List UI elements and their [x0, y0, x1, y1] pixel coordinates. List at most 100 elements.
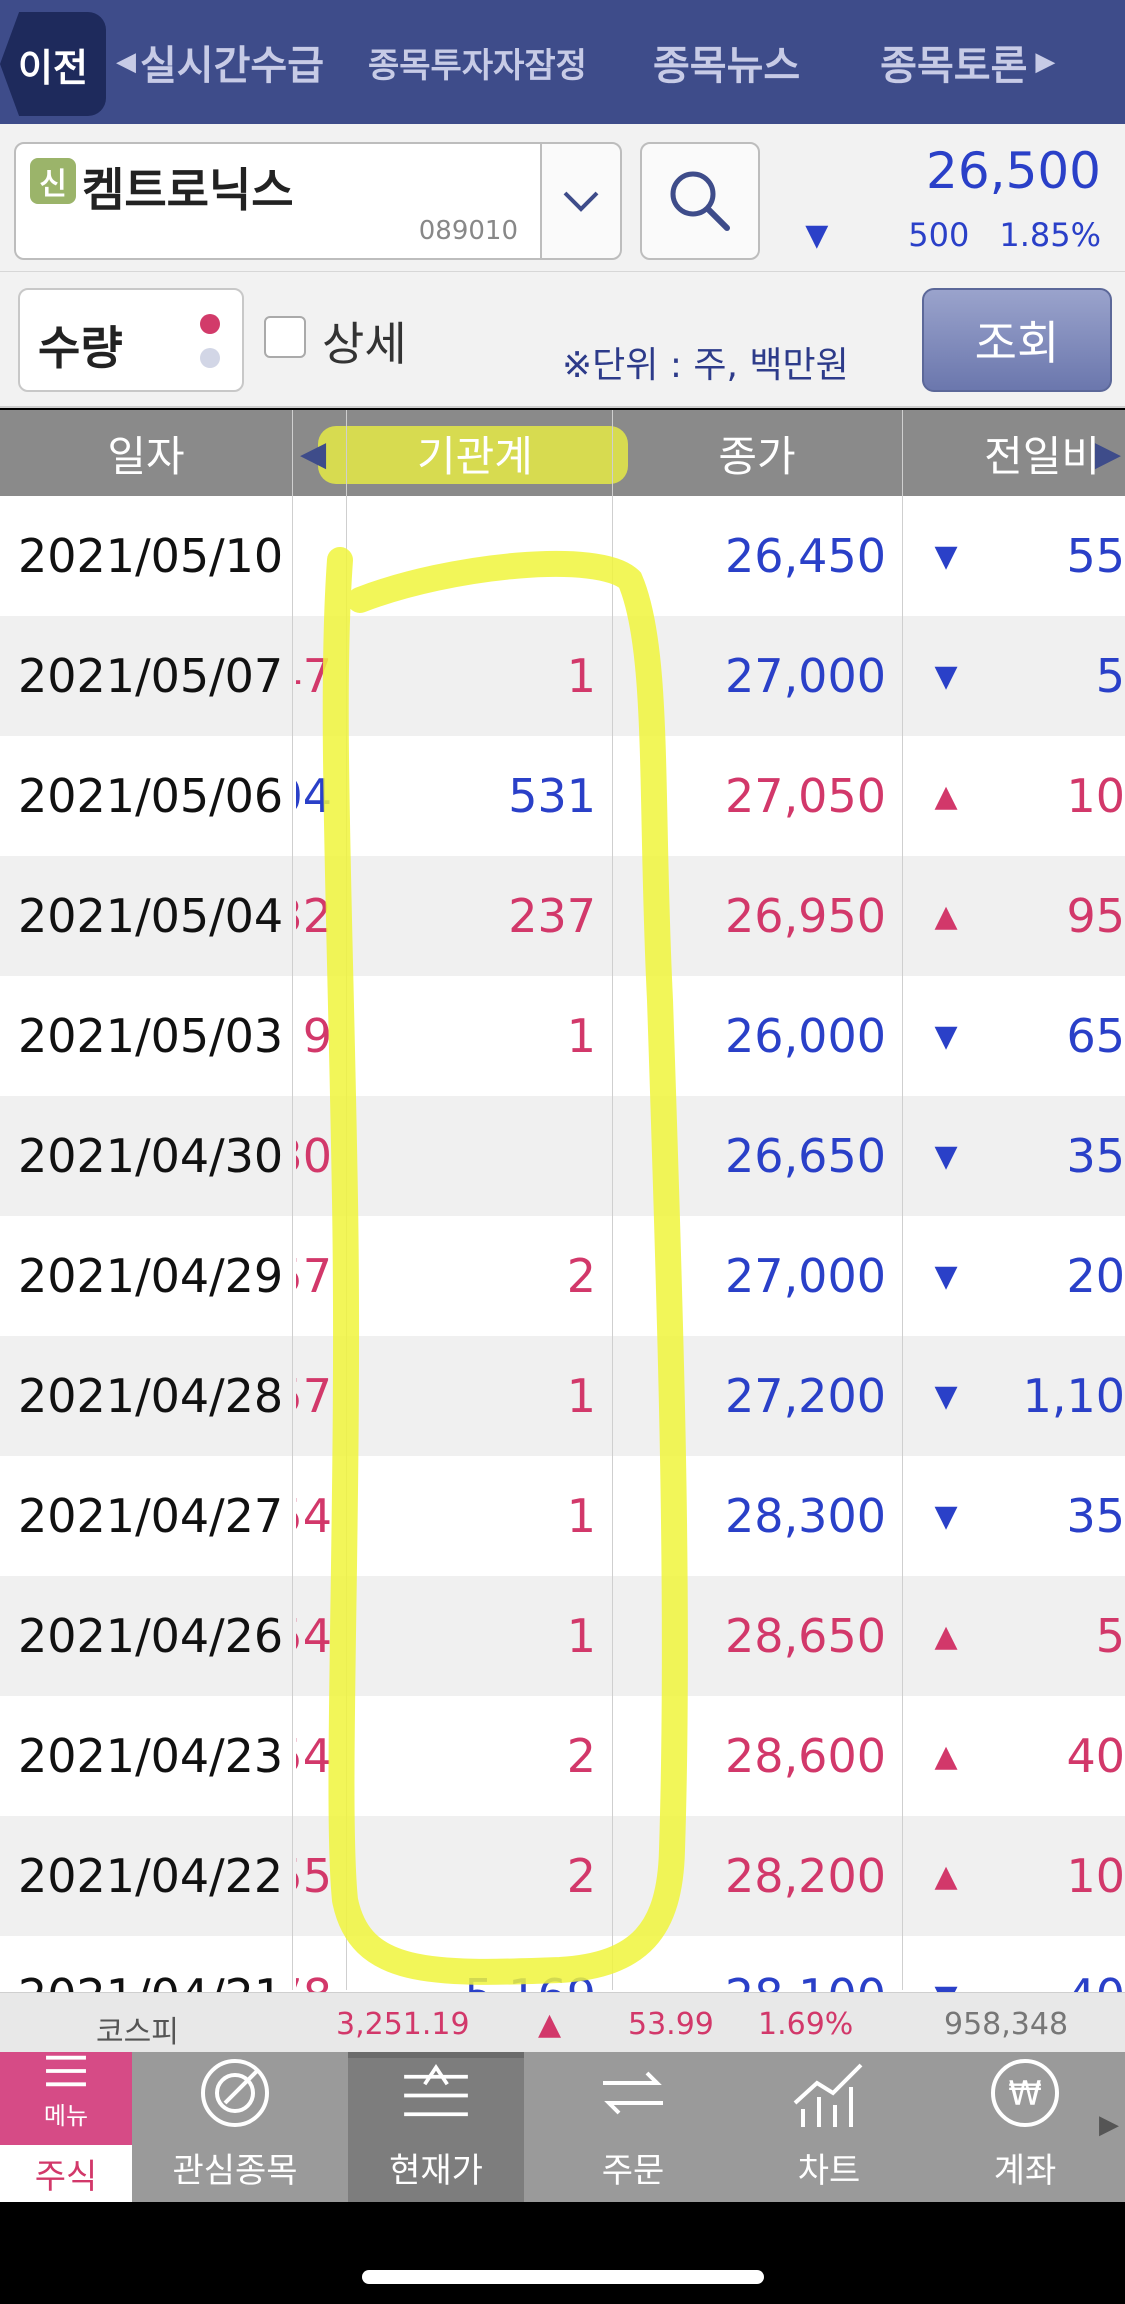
table-row[interactable]: 2021/04/2255 2 28,200 ▲ 10 [0, 1816, 1125, 1936]
row-date: 2021/04/26 [18, 1609, 284, 1663]
row-date: 2021/04/28 [18, 1369, 284, 1423]
tab-stock-discussion[interactable]: 종목토론 [880, 33, 1027, 91]
table-row[interactable]: 2021/04/21 78 5,169 28,100 ▼ 40 [0, 1936, 1125, 1996]
top-navigation: 이전 ◀ 실시간수급 종목투자자잠정 종목뉴스 종목토론 ▶ [0, 0, 1125, 124]
row-partial-value: 55 [296, 1849, 332, 1903]
row-change-amount: 40 [1066, 1729, 1125, 1783]
nav-chart-label: 차트 [797, 2151, 861, 2191]
back-button[interactable]: 이전 [0, 12, 106, 116]
row-close-price: 27,200 [725, 1369, 886, 1423]
table-row[interactable]: 2021/04/2354 2 28,600 ▲ 40 [0, 1696, 1125, 1816]
down-triangle-icon: ▼ [805, 217, 829, 253]
chevron-down-icon [563, 191, 599, 212]
row-change-amount: 35 [1066, 1129, 1125, 1183]
won-coin-icon: ₩ [991, 2059, 1059, 2127]
row-institution-total: 2 [566, 1249, 596, 1303]
row-partial-value: 54 [296, 1729, 332, 1783]
row-change-amount: 40 [1066, 1969, 1125, 1996]
column-scroll-right-icon[interactable]: ▶ [1095, 434, 1121, 474]
table-row[interactable]: 2021/05/0747 1 27,000 ▼ 5 [0, 616, 1125, 736]
table-row[interactable]: 2021/05/10 26,450 ▼ 55 [0, 496, 1125, 616]
row-date: 2021/04/27 [18, 1489, 284, 1543]
row-institution-total [360, 496, 596, 616]
stock-name-field[interactable]: 신 켐트로닉스 089010 [14, 142, 544, 260]
search-button[interactable] [640, 142, 760, 260]
row-partial-value: 54 [296, 1609, 332, 1663]
down-triangle-icon: ▼ [934, 1498, 958, 1534]
table-row[interactable]: 2021/04/2957 2 27,000 ▼ 20 [0, 1216, 1125, 1336]
row-institution-total: 1 [566, 1489, 596, 1543]
index-volume: 958,348 [944, 2007, 1069, 2042]
row-change-amount: 20 [1066, 1249, 1125, 1303]
row-partial-value: 57 [296, 1249, 332, 1303]
table-row[interactable]: 2021/05/03 9 1 26,000 ▼ 65 [0, 976, 1125, 1096]
row-change-amount: 10 [1066, 769, 1125, 823]
nav-more-arrow-icon[interactable]: ▶ [1099, 2110, 1119, 2140]
quantity-label: 수량 [38, 321, 123, 375]
query-button[interactable]: 조회 [922, 288, 1112, 392]
data-table[interactable]: 2021/05/1026,450▼552021/05/0747127,000▼5… [0, 496, 1125, 1996]
nav-left-arrow-icon[interactable]: ◀ [116, 47, 136, 77]
row-partial-value: 47 [296, 649, 332, 703]
row-date: 2021/05/04 [18, 889, 284, 943]
detail-checkbox[interactable] [264, 316, 306, 358]
stock-code: 089010 [418, 216, 518, 246]
quantity-selector[interactable]: 수량 [18, 288, 244, 392]
row-close-price: 26,450 [725, 529, 886, 583]
search-icon [670, 171, 730, 231]
row-close-price: 28,200 [725, 1849, 886, 1903]
table-row[interactable]: 2021/05/0432 237 26,950 ▲ 95 [0, 856, 1125, 976]
row-partial-value: 54 [296, 1489, 332, 1543]
tab-stock-news[interactable]: 종목뉴스 [653, 33, 800, 91]
table-row[interactable]: 2021/05/0604 531 27,050 ▲ 10 [0, 736, 1125, 856]
nav-right-arrow-icon[interactable]: ▶ [1035, 47, 1055, 77]
nav-watchlist[interactable]: 관심종목 [150, 2052, 320, 2202]
nav-chart[interactable]: 차트 [744, 2052, 914, 2202]
row-change-amount: 55 [1066, 529, 1125, 583]
column-header-date: 일자 [107, 431, 185, 481]
down-triangle-icon: ▼ [934, 1018, 958, 1054]
column-header-close: 종가 [718, 431, 796, 481]
row-institution-total: 1 [566, 649, 596, 703]
down-triangle-icon: ▼ [934, 1978, 958, 1997]
column-header-institution: 기관계 [417, 431, 533, 481]
row-close-price: 26,000 [725, 1009, 886, 1063]
row-close-price: 28,650 [725, 1609, 886, 1663]
row-partial-value: 32 [296, 889, 332, 943]
nav-stock-label: 주식 [0, 2145, 132, 2202]
table-row[interactable]: 2021/04/2654 1 28,650 ▲ 5 [0, 1576, 1125, 1696]
watchlist-icon [201, 2059, 269, 2127]
table-row[interactable]: 2021/04/3030 26,650 ▼ 35 [0, 1096, 1125, 1216]
row-institution-total: 2 [566, 1729, 596, 1783]
down-triangle-icon: ▼ [934, 1138, 958, 1174]
table-row[interactable]: 2021/04/2857 1 27,200 ▼ 1,10 [0, 1336, 1125, 1456]
table-header: 일자 ◀ 기관계 종가 전일비 ▶ [0, 410, 1125, 496]
home-indicator[interactable] [362, 2270, 764, 2284]
nav-current-price-label: 현재가 [389, 2151, 483, 2191]
index-change: 53.99 [628, 2007, 714, 2042]
row-institution-total: 1 [566, 1609, 596, 1663]
stock-dropdown-button[interactable] [540, 142, 622, 260]
table-row[interactable]: 2021/04/2754 1 28,300 ▼ 35 [0, 1456, 1125, 1576]
column-scroll-left-icon[interactable]: ◀ [300, 434, 326, 474]
nav-account[interactable]: ₩ 계좌 [940, 2052, 1110, 2202]
nav-order[interactable]: 주문 [548, 2052, 718, 2202]
index-name: 코스피 [96, 2015, 179, 2050]
row-date: 2021/04/21 [18, 1969, 284, 1996]
row-close-price: 27,000 [725, 649, 886, 703]
current-price: 26,500 [926, 142, 1101, 200]
home-indicator-area [0, 2202, 1125, 2304]
row-partial-value: 9 [302, 1009, 332, 1063]
row-institution-total: 1 [566, 1009, 596, 1063]
row-partial-value: 78 [296, 1969, 332, 1996]
down-triangle-icon: ▼ [934, 1258, 958, 1294]
row-date: 2021/05/10 [18, 529, 284, 583]
nav-stock[interactable]: 메뉴 주식 [0, 2052, 132, 2202]
nav-current-price[interactable]: 현재가 [348, 2052, 524, 2202]
column-header-change: 전일비 [984, 431, 1100, 481]
current-price-icon [404, 2063, 468, 2117]
row-institution-total: 531 [508, 769, 596, 823]
tab-investor-provisional[interactable]: 종목투자자잠정 [368, 38, 587, 87]
tab-realtime-supply[interactable]: 실시간수급 [140, 33, 324, 91]
row-institution-total: 2 [566, 1849, 596, 1903]
